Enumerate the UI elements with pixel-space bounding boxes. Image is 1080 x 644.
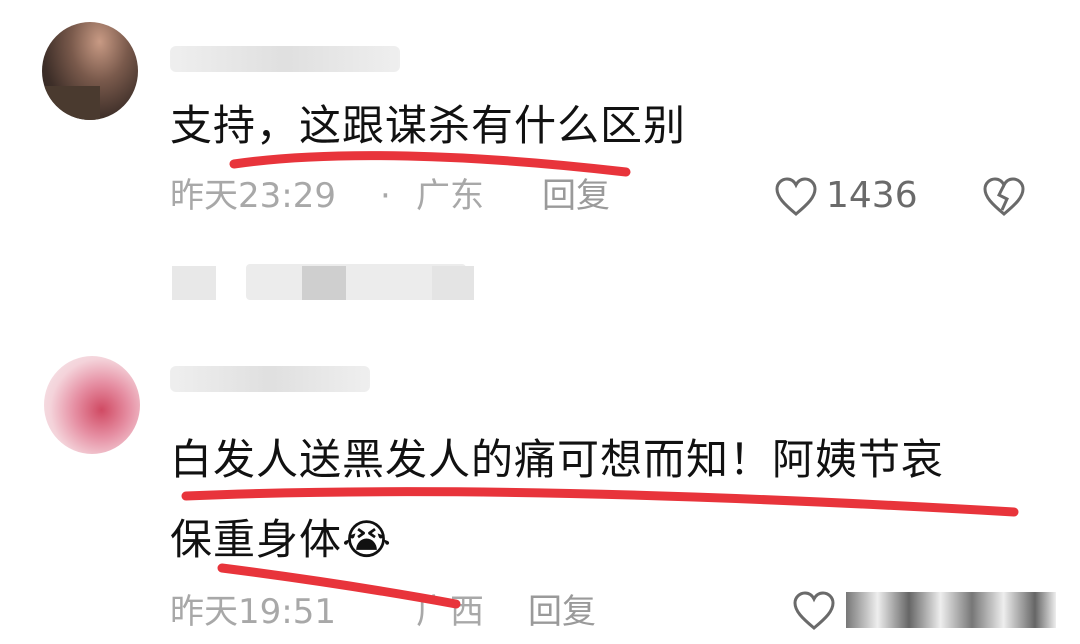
comment-time: 昨天23:29 — [170, 176, 336, 216]
annotation-underlines — [181, 151, 1019, 609]
avatar[interactable] — [42, 22, 138, 120]
blurred-like-count — [846, 592, 1056, 628]
heart-outline-icon[interactable] — [792, 590, 836, 632]
broken-heart-icon[interactable] — [982, 176, 1026, 218]
comment-text-line2: 保重身体😭 — [170, 515, 393, 564]
comment-text-line1: 白发人送黑发人的痛可想而知！阿姨节哀 — [170, 435, 945, 484]
reply-button[interactable]: 回复 — [528, 592, 596, 632]
blurred-username — [170, 366, 370, 392]
crying-emoji-icon: 😭 — [342, 515, 393, 564]
blurred-username — [170, 46, 400, 72]
underline-stroke — [181, 487, 1019, 517]
blurred-region — [432, 266, 474, 300]
avatar[interactable] — [44, 356, 140, 454]
comment-location: 广西 — [416, 592, 484, 632]
comment-location: 广东 — [416, 176, 484, 216]
comment-text: 支持，这跟谋杀有什么区别 — [170, 101, 687, 150]
blurred-region — [302, 266, 346, 300]
underline-stroke — [229, 151, 631, 177]
blurred-region — [172, 266, 216, 300]
heart-outline-icon[interactable] — [774, 176, 818, 218]
meta-separator: · — [380, 176, 391, 216]
like-count: 1436 — [826, 175, 918, 216]
comment-time: 昨天19:51 — [170, 592, 336, 632]
reply-button[interactable]: 回复 — [542, 176, 610, 216]
